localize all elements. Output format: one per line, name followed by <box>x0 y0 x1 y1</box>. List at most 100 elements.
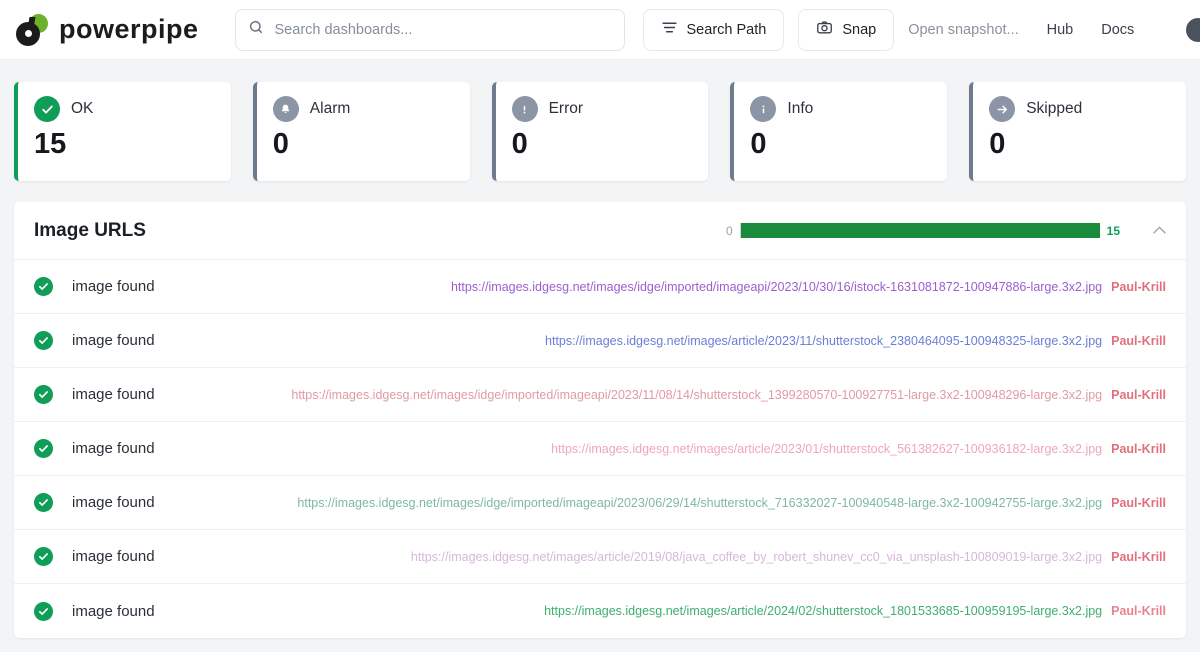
check-circle-icon <box>34 493 53 512</box>
brand-logo[interactable]: powerpipe <box>16 13 199 46</box>
row-author-label: Paul-Krill <box>1111 549 1166 564</box>
image-urls-panel: Image URLS 0 15 image found https://image… <box>14 202 1186 638</box>
table-row[interactable]: image found https://images.idgesg.net/ima… <box>14 314 1186 368</box>
table-row[interactable]: image found https://images.idgesg.net/ima… <box>14 530 1186 584</box>
status-card-skipped-value: 0 <box>989 128 1006 160</box>
row-details: https://images.idgesg.net/images/idge/im… <box>297 496 1166 510</box>
row-url-link[interactable]: https://images.idgesg.net/images/idge/im… <box>451 280 1102 294</box>
camera-icon <box>816 19 833 40</box>
table-row[interactable]: image found https://images.idgesg.net/ima… <box>14 422 1186 476</box>
row-status-label: image found <box>72 332 155 349</box>
status-card-info-wrap: Info 0 <box>730 82 969 181</box>
hub-link[interactable]: Hub <box>1033 22 1088 38</box>
status-card-info[interactable]: Info 0 <box>730 82 948 181</box>
open-snapshot-link[interactable]: Open snapshot... <box>894 22 1032 38</box>
row-author-label: Paul-Krill <box>1111 387 1166 402</box>
brand-name: powerpipe <box>59 14 199 44</box>
search-path-label: Search Path <box>686 21 767 38</box>
status-card-alarm-wrap: Alarm 0 <box>252 82 492 181</box>
row-status-label: image found <box>72 440 155 457</box>
status-card-alarm[interactable]: Alarm 0 <box>252 82 470 181</box>
check-circle-icon <box>34 277 53 296</box>
row-status-label: image found <box>72 494 155 511</box>
bell-icon <box>272 96 299 122</box>
status-card-error-value: 0 <box>511 128 528 160</box>
row-details: https://images.idgesg.net/images/idge/im… <box>451 280 1166 294</box>
status-card-alarm-value: 0 <box>272 128 289 160</box>
search-path-button[interactable]: Search Path <box>642 8 785 51</box>
row-details: https://images.idgesg.net/images/article… <box>544 604 1166 618</box>
progress-min-label: 0 <box>725 223 733 238</box>
top-navigation-bar: powerpipe Search Path Snap Open snapshot… <box>0 0 1200 60</box>
check-circle-icon <box>34 331 53 350</box>
image-urls-panel-header: Image URLS 0 15 <box>14 202 1186 260</box>
progress-max-label: 15 <box>1106 223 1120 238</box>
row-details: https://images.idgesg.net/images/article… <box>411 550 1166 564</box>
status-card-error-wrap: Error 0 <box>491 82 731 181</box>
status-card-alarm-head: Alarm <box>272 96 452 122</box>
status-card-error-label: Error <box>548 100 584 117</box>
nav-actions: Search Path Snap Open snapshot... Hub Do… <box>642 8 1200 51</box>
status-card-ok-label: OK <box>71 100 94 117</box>
row-details: https://images.idgesg.net/images/idge/im… <box>291 388 1166 402</box>
row-author-label: Paul-Krill <box>1111 333 1166 348</box>
row-author-label: Paul-Krill <box>1111 604 1166 618</box>
row-url-link[interactable]: https://images.idgesg.net/images/article… <box>411 550 1102 564</box>
status-card-info-label: Info <box>787 100 814 117</box>
table-row[interactable]: image found https://images.idgesg.net/ima… <box>14 368 1186 422</box>
check-circle-icon <box>34 96 60 122</box>
chevron-up-icon[interactable] <box>1146 218 1172 244</box>
row-author-label: Paul-Krill <box>1111 495 1166 510</box>
row-status-label: image found <box>72 278 155 295</box>
row-status-label: image found <box>72 548 155 565</box>
snap-label: Snap <box>842 21 877 38</box>
status-card-alarm-label: Alarm <box>309 100 351 117</box>
row-url-link[interactable]: https://images.idgesg.net/images/idge/im… <box>291 388 1102 402</box>
row-status-label: image found <box>72 602 155 620</box>
powerpipe-logo-icon <box>16 13 50 46</box>
row-author-label: Paul-Krill <box>1111 279 1166 294</box>
row-url-link[interactable]: https://images.idgesg.net/images/article… <box>544 604 1102 618</box>
status-card-info-value: 0 <box>750 128 767 160</box>
status-card-ok-value: 15 <box>34 128 67 160</box>
check-circle-icon <box>34 439 53 458</box>
progress-bar: 0 15 <box>726 223 1120 238</box>
docs-link[interactable]: Docs <box>1087 22 1148 38</box>
status-card-skipped-head: Skipped <box>989 96 1168 122</box>
status-card-skipped-wrap: Skipped 0 <box>969 82 1186 181</box>
table-row[interactable]: image found https://images.idgesg.net/ima… <box>14 584 1186 638</box>
panel-header-controls: 0 15 <box>726 218 1172 244</box>
status-card-skipped[interactable]: Skipped 0 <box>969 82 1186 181</box>
row-status-label: image found <box>72 386 155 403</box>
table-row[interactable]: image found https://images.idgesg.net/ima… <box>14 260 1186 314</box>
search-dashboards-box[interactable] <box>234 8 625 51</box>
status-card-skipped-label: Skipped <box>1026 100 1083 117</box>
status-card-ok-head: OK <box>34 96 213 122</box>
table-row[interactable]: image found https://images.idgesg.net/ima… <box>14 476 1186 530</box>
search-icon <box>248 19 264 40</box>
check-circle-icon <box>34 385 53 404</box>
check-circle-icon <box>34 601 53 621</box>
row-details: https://images.idgesg.net/images/article… <box>545 334 1166 348</box>
row-url-link[interactable]: https://images.idgesg.net/images/idge/im… <box>297 496 1102 510</box>
progress-fill <box>740 223 1100 238</box>
filter-lines-icon <box>661 19 678 40</box>
status-card-ok-wrap: OK 15 <box>14 82 253 181</box>
info-icon <box>750 96 777 122</box>
arrow-right-icon <box>989 96 1016 122</box>
status-card-info-head: Info <box>750 96 929 122</box>
search-input[interactable] <box>272 20 612 39</box>
status-card-ok[interactable]: OK 15 <box>14 82 231 181</box>
exclamation-icon <box>511 96 538 122</box>
status-card-error[interactable]: Error 0 <box>491 82 709 181</box>
row-url-link[interactable]: https://images.idgesg.net/images/article… <box>551 442 1102 456</box>
row-author-label: Paul-Krill <box>1111 441 1166 456</box>
status-card-row: OK 15 Alarm 0 Error 0 Info 0 Skipped 0 <box>0 60 1200 181</box>
progress-track <box>739 223 1100 238</box>
status-card-error-head: Error <box>511 96 691 122</box>
image-urls-table: image found https://images.idgesg.net/ima… <box>14 260 1186 638</box>
row-details: https://images.idgesg.net/images/article… <box>551 442 1166 456</box>
page-title: Image URLS <box>34 219 146 241</box>
row-url-link[interactable]: https://images.idgesg.net/images/article… <box>545 334 1102 348</box>
snap-button[interactable]: Snap <box>798 8 895 51</box>
